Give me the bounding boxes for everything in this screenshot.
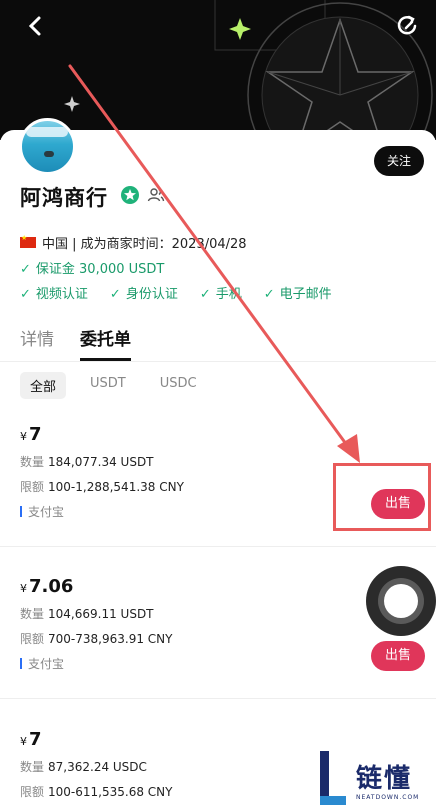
verified-badge-icon bbox=[121, 186, 139, 204]
verification-item: ✓ 视频认证 bbox=[20, 287, 88, 302]
check-icon: ✓ bbox=[109, 287, 121, 302]
watermark-cn-text: 链懂 bbox=[356, 764, 413, 794]
tab-details[interactable]: 详情 bbox=[20, 325, 54, 361]
verification-item: ✓ 手机 bbox=[199, 287, 242, 302]
china-flag-icon bbox=[20, 234, 36, 248]
annotation-highlight-box bbox=[333, 463, 431, 531]
divider bbox=[0, 698, 436, 699]
verification-item: ✓ 电子邮件 bbox=[263, 287, 332, 302]
merchant-info: 中国 | 成为商家时间：2023/04/28 bbox=[20, 233, 247, 252]
check-icon: ✓ bbox=[199, 287, 211, 302]
verification-list: ✓ 视频认证 ✓ 身份认证 ✓ 手机 ✓ 电子邮件 bbox=[20, 283, 332, 302]
follow-button[interactable]: 关注 bbox=[374, 146, 424, 176]
filter-usdc[interactable]: USDC bbox=[150, 372, 207, 399]
divider bbox=[0, 546, 436, 547]
refresh-button[interactable] bbox=[394, 12, 422, 40]
header-banner bbox=[0, 0, 436, 140]
verification-item: ✓ 身份认证 bbox=[109, 287, 178, 302]
watermark-logo: 链懂 NEATDOWN.COM bbox=[318, 738, 436, 807]
merchant-info-text: 中国 | 成为商家时间：2023/04/28 bbox=[42, 237, 247, 252]
avatar bbox=[19, 118, 76, 175]
watermark-l-icon bbox=[318, 749, 348, 807]
sell-button[interactable]: 出售 bbox=[371, 641, 425, 671]
users-icon[interactable] bbox=[147, 186, 165, 204]
tab-orders[interactable]: 委托单 bbox=[80, 325, 131, 361]
check-icon: ✓ bbox=[20, 262, 31, 277]
check-icon: ✓ bbox=[263, 287, 275, 302]
back-button[interactable] bbox=[22, 12, 50, 40]
tab-bar: 详情 委托单 bbox=[20, 325, 131, 361]
banner-star-decoration bbox=[64, 0, 433, 140]
listing-limit: 限额 700-738,963.91 CNY bbox=[20, 632, 173, 646]
floating-assistive-button[interactable] bbox=[366, 566, 436, 636]
check-icon: ✓ bbox=[20, 287, 31, 302]
refresh-icon bbox=[397, 15, 417, 35]
merchant-name: 阿鸿商行 bbox=[20, 186, 108, 210]
filter-usdt[interactable]: USDT bbox=[80, 372, 136, 399]
chevron-left-icon bbox=[28, 16, 41, 36]
filter-all[interactable]: 全部 bbox=[20, 372, 67, 399]
deposit-text: 保证金 30,000 USDT bbox=[35, 262, 165, 277]
deposit-line: ✓ 保证金 30,000 USDT bbox=[20, 258, 164, 277]
currency-filter: 全部 USDT USDC bbox=[20, 372, 207, 399]
watermark-en-text: NEATDOWN.COM bbox=[356, 794, 420, 801]
divider bbox=[0, 361, 436, 362]
listing-price: ¥7 bbox=[20, 424, 42, 445]
